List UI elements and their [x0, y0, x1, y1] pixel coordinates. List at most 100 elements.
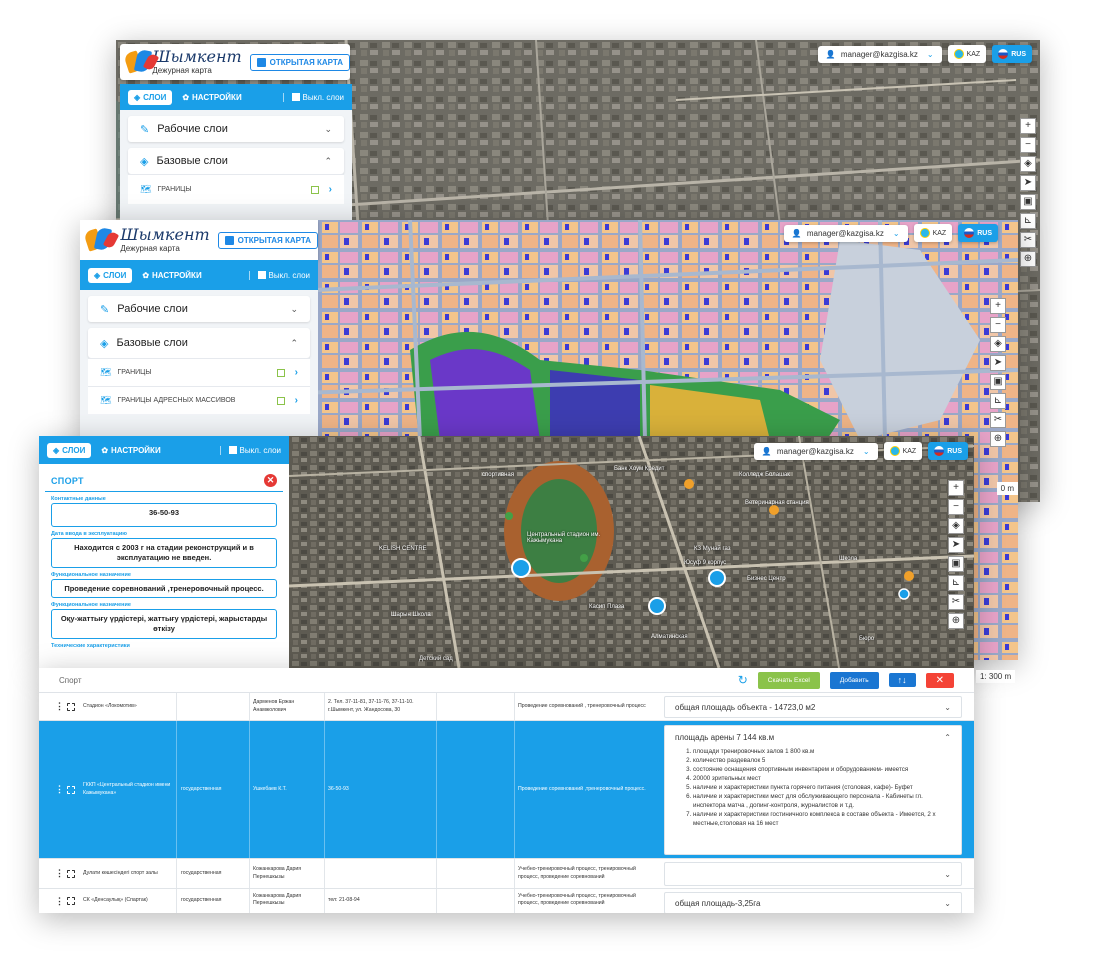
tab-settings-label: НАСТРОЙКИ: [192, 92, 242, 102]
close-icon[interactable]: ✕: [264, 474, 277, 487]
zoom-out-icon[interactable]: −: [990, 317, 1006, 333]
measure-icon[interactable]: ⊾: [990, 393, 1006, 409]
layer-item-borders[interactable]: 🗺 ГРАНИЦЫ ›: [88, 358, 310, 386]
table-row[interactable]: ⋮ Дулати көшесіндегі спорт залы государс…: [39, 859, 974, 889]
zoom-in-icon[interactable]: +: [990, 298, 1006, 314]
tab-settings[interactable]: ✿ НАСТРОЙКИ: [142, 271, 201, 280]
locate-on-map-icon[interactable]: [67, 897, 75, 905]
list-item: наличие и характеристики мест для обслуж…: [693, 793, 951, 811]
gear-icon: ✿: [101, 445, 109, 455]
area-icon[interactable]: ▣: [948, 556, 964, 572]
chevron-up-icon: ⌃: [944, 732, 951, 742]
table-row[interactable]: ⋮ СК «Денсаулық» (Спартак) государственн…: [39, 889, 974, 913]
area-icon[interactable]: ▣: [990, 374, 1006, 390]
purpose-field[interactable]: Проведение соревнований ,тренеровочный п…: [51, 578, 277, 599]
zoom-out-icon[interactable]: −: [948, 499, 964, 515]
working-layers-section[interactable]: ✎ Рабочие слои ⌄: [128, 116, 344, 142]
sort-button[interactable]: ↑↓: [888, 673, 916, 687]
globe-icon[interactable]: ⊕: [948, 613, 964, 629]
lang-kaz-button[interactable]: KAZ: [947, 45, 987, 63]
measure-icon[interactable]: ⊾: [948, 575, 964, 591]
drag-handle-icon[interactable]: ⋮: [55, 896, 64, 907]
tab-layers[interactable]: ◈ СЛОИ: [47, 442, 92, 458]
flag-ru-icon: [934, 446, 945, 456]
locate-on-map-icon[interactable]: [67, 869, 75, 878]
info-summary: общая площадь объекта - 14723,0 м2: [675, 702, 816, 712]
drag-handle-icon[interactable]: ⋮: [55, 784, 64, 795]
user-menu[interactable]: 👤 manager@kazgisa.kz ⌄: [783, 224, 908, 242]
download-excel-button[interactable]: Скачать Excel: [757, 671, 820, 689]
tools-icon[interactable]: ✂: [990, 412, 1006, 428]
open-map-button[interactable]: ОТКРЫТАЯ КАРТА: [217, 231, 318, 249]
cell-name: ГККП «Центральный стадион имени Кажымука…: [83, 782, 171, 796]
tools-icon[interactable]: ✂: [1020, 232, 1036, 248]
tab-settings[interactable]: ✿ НАСТРОЙКИ: [101, 446, 160, 455]
open-map-button[interactable]: ОТКРЫТАЯ КАРТА: [249, 53, 350, 71]
lang-rus-button[interactable]: RUS: [958, 224, 998, 242]
zoom-in-icon[interactable]: +: [1020, 118, 1036, 134]
layer-checkbox[interactable]: [310, 185, 319, 194]
purpose-kz-field[interactable]: Оқу-жаттығу үрдістері, жаттығу үрдістері…: [51, 609, 277, 639]
lang-kaz-button[interactable]: KAZ: [883, 442, 923, 460]
info-accordion[interactable]: общая площадь объекта - 14723,0 м2 ⌄: [664, 696, 962, 718]
layers-tool-icon[interactable]: ◈: [990, 336, 1006, 352]
layers-off-toggle[interactable]: Выкл. слои: [282, 92, 344, 102]
drag-handle-icon[interactable]: ⋮: [55, 868, 64, 879]
locate-icon[interactable]: ➤: [948, 537, 964, 553]
layers-off-toggle[interactable]: Выкл. слои: [248, 270, 310, 280]
zoom-in-icon[interactable]: +: [948, 480, 964, 496]
chevron-down-icon: ⌄: [892, 228, 900, 238]
chevron-right-icon[interactable]: ›: [329, 184, 332, 195]
tab-layers[interactable]: ◈ СЛОИ: [88, 267, 133, 283]
lang-rus-button[interactable]: RUS: [928, 442, 968, 460]
tools-icon[interactable]: ✂: [948, 594, 964, 610]
table-row[interactable]: ⋮ Стадион «Локомотив» Дарменов Ержан Ана…: [39, 693, 974, 721]
chevron-right-icon[interactable]: ›: [295, 395, 298, 406]
add-button[interactable]: Добавить: [829, 671, 879, 689]
area-icon[interactable]: ▣: [1020, 194, 1036, 210]
tab-layers[interactable]: ◈ СЛОИ: [128, 89, 173, 105]
info-accordion[interactable]: ⌄: [664, 862, 962, 886]
chevron-right-icon[interactable]: ›: [295, 367, 298, 378]
user-menu[interactable]: 👤 manager@kazgisa.kz ⌄: [817, 45, 942, 63]
table-toolbar: Спорт ↻ Скачать Excel Добавить ↑↓ ✕: [39, 668, 974, 693]
layer-checkbox[interactable]: [276, 368, 285, 377]
logo-header: Шымкент Дежурная карта ОТКРЫТАЯ КАРТА: [80, 220, 318, 260]
map-tools: + − ◈ ➤ ▣ ⊾ ✂ ⊕: [948, 480, 964, 629]
cell-name: Стадион «Локомотив»: [83, 702, 137, 709]
layer-checkbox[interactable]: [276, 396, 285, 405]
globe-icon[interactable]: ⊕: [1020, 251, 1036, 267]
info-accordion-expanded[interactable]: площадь арены 7 144 кв.м ⌃ площади тренир…: [664, 725, 962, 855]
lang-rus-button[interactable]: RUS: [992, 45, 1032, 63]
measure-icon[interactable]: ⊾: [1020, 213, 1036, 229]
tab-settings[interactable]: ✿ НАСТРОЙКИ: [182, 93, 241, 102]
info-accordion[interactable]: общая площадь-3,25га ⌄: [664, 892, 962, 913]
refresh-icon[interactable]: ↻: [738, 673, 748, 687]
user-menu[interactable]: 👤 manager@kazgisa.kz ⌄: [753, 442, 878, 460]
table-row-selected[interactable]: ⋮ ГККП «Центральный стадион имени Кажыму…: [39, 721, 974, 859]
user-icon: 👤: [761, 446, 772, 456]
working-layers-section[interactable]: ✎ Рабочие слои ⌄: [88, 296, 310, 322]
layer-item-address-borders[interactable]: 🗺 ГРАНИЦЫ АДРЕСНЫХ МАССИВОВ ›: [88, 386, 310, 414]
commission-date-field[interactable]: Находится с 2003 г на стадии реконструкц…: [51, 538, 277, 568]
cell-purpose: Проведение соревнований ,тренеровочный п…: [518, 785, 646, 792]
locate-icon[interactable]: ➤: [990, 355, 1006, 371]
locate-on-map-icon[interactable]: [67, 702, 75, 711]
contacts-field[interactable]: 36-50-93: [51, 503, 277, 527]
base-layers-section[interactable]: ◈ Базовые слои ⌃: [128, 148, 344, 174]
locate-icon[interactable]: ➤: [1020, 175, 1036, 191]
map-label: КЗ Мунай газ: [694, 546, 731, 552]
globe-icon[interactable]: ⊕: [990, 431, 1006, 447]
drag-handle-icon[interactable]: ⋮: [55, 701, 64, 712]
cell-purpose: Учебно-тренировочный процесс, тренировоч…: [518, 893, 636, 907]
base-layers-section[interactable]: ◈ Базовые слои ⌃: [88, 328, 310, 358]
close-table-button[interactable]: ✕: [925, 672, 954, 688]
book-icon: [256, 57, 266, 67]
lang-kaz-button[interactable]: KAZ: [913, 224, 953, 242]
locate-on-map-icon[interactable]: [67, 785, 75, 794]
zoom-out-icon[interactable]: −: [1020, 137, 1036, 153]
layers-tool-icon[interactable]: ◈: [1020, 156, 1036, 172]
layer-item-borders[interactable]: 🗺 ГРАНИЦЫ ›: [128, 174, 344, 204]
layers-tool-icon[interactable]: ◈: [948, 518, 964, 534]
layers-off-toggle[interactable]: Выкл. слои: [219, 445, 281, 455]
